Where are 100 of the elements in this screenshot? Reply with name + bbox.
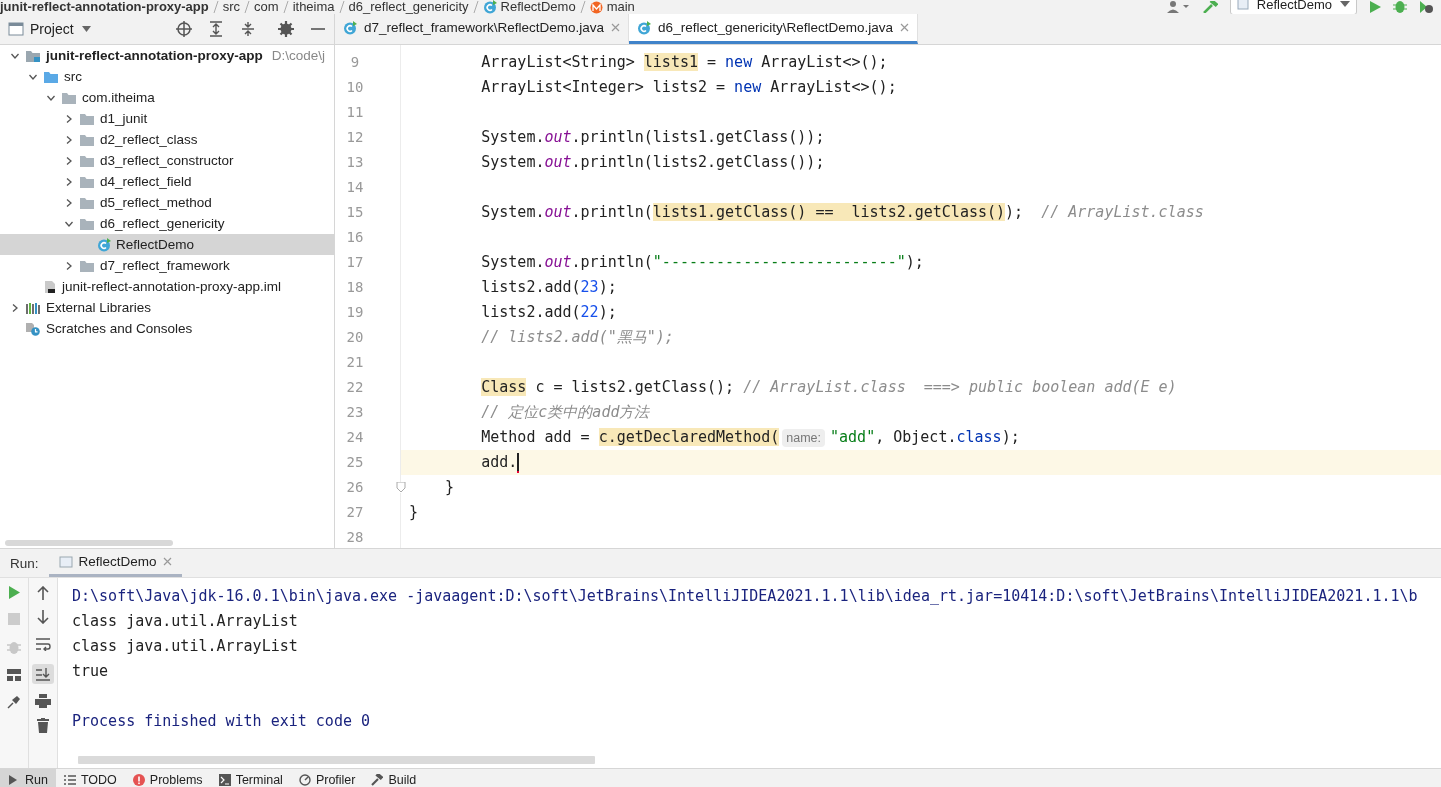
folder-icon xyxy=(79,111,95,126)
user-icon[interactable] xyxy=(1165,1,1190,13)
panel-title-dropdown[interactable]: Project xyxy=(30,21,91,37)
console-line: D:\soft\Java\jdk-16.0.1\bin\java.exe -javaagent:D:\soft\JetBrains\IntelliJIDEA2021.1.1\lib\idea_rt.jar=10414:D:\soft\JetBrains\IntelliJIDEA2021.1.1\b xyxy=(72,586,1419,607)
tree-item[interactable]: ReflectDemo xyxy=(0,234,334,255)
chevron-icon[interactable] xyxy=(10,302,20,313)
tool-window-tab[interactable]: Terminal xyxy=(210,769,291,787)
breadcrumb-item[interactable]: com xyxy=(254,0,279,14)
folder-icon xyxy=(43,69,59,84)
breadcrumb-item[interactable]: main xyxy=(606,0,635,14)
tree-item[interactable]: com.itheima xyxy=(0,87,334,108)
folder-icon xyxy=(79,174,95,189)
breadcrumb-item[interactable]: ReflectDemo xyxy=(500,0,576,14)
method-icon xyxy=(589,0,603,14)
editor-tab[interactable]: d6_reflect_genericity\ReflectDemo.java xyxy=(629,14,918,44)
line-number: 10 xyxy=(345,78,365,97)
class-icon xyxy=(482,0,497,14)
code-text: Method add = c.getDeclaredMethod( xyxy=(480,427,780,448)
caret-icon xyxy=(81,26,91,32)
tree-item[interactable]: junit-reflect-annotation-proxy-app.iml xyxy=(0,276,334,297)
line-number: 27 xyxy=(345,503,365,522)
panel-icon xyxy=(8,22,24,36)
breadcrumb-item[interactable]: d6_reflect_genericity xyxy=(348,0,469,14)
tool-window-tab[interactable]: TODO xyxy=(55,769,125,787)
run-label: Run: xyxy=(9,555,40,571)
class-icon xyxy=(97,237,111,252)
tree-item[interactable]: junit-reflect-annotation-proxy-app D:\code\j xyxy=(0,45,334,66)
tool-window-tab[interactable]: Profiler xyxy=(290,769,364,787)
scratch-icon xyxy=(25,321,41,336)
console-line: Process finished with exit code 0 xyxy=(72,711,371,732)
scroll-to-end-icon[interactable] xyxy=(32,664,54,684)
breadcrumb-item[interactable]: junit-reflect-annotation-proxy-app xyxy=(0,0,209,14)
tree-item[interactable]: d4_reflect_field xyxy=(0,171,334,192)
code-text: System.out.println(lists2.getClass()); xyxy=(480,152,825,173)
tree-item[interactable]: Scratches and Consoles xyxy=(0,318,334,339)
up-arrow-icon[interactable] xyxy=(37,586,49,600)
line-number: 22 xyxy=(345,378,365,397)
breadcrumb-item[interactable]: src xyxy=(222,0,241,14)
file-icon xyxy=(43,279,57,294)
trash-icon[interactable] xyxy=(37,718,49,733)
close-icon[interactable] xyxy=(162,557,172,566)
line-number: 19 xyxy=(345,303,365,322)
close-icon[interactable] xyxy=(900,23,909,32)
chevron-icon[interactable] xyxy=(64,155,74,166)
separator-icon xyxy=(244,1,251,13)
chevron-icon[interactable] xyxy=(64,176,74,187)
scrollbar[interactable] xyxy=(5,540,173,546)
folder-icon xyxy=(79,132,95,147)
code-text: System.out.println("--------------------------"); xyxy=(480,252,924,273)
line-number: 25 xyxy=(345,453,365,472)
layout-icon[interactable] xyxy=(7,669,21,681)
expand-all-icon[interactable] xyxy=(208,21,224,37)
print-icon[interactable] xyxy=(35,694,51,708)
line-number: 28 xyxy=(345,528,365,547)
down-arrow-icon[interactable] xyxy=(37,610,49,624)
tool-window-tab[interactable]: Build xyxy=(363,769,425,787)
folder-icon xyxy=(79,258,95,273)
settings-icon[interactable] xyxy=(278,21,294,37)
tree-item[interactable]: src xyxy=(0,66,334,87)
tree-item[interactable]: d6_reflect_genericity xyxy=(0,213,334,234)
code-text: lists2.add(23); xyxy=(480,277,617,298)
parameter-hint: name: xyxy=(782,428,826,447)
close-icon[interactable] xyxy=(611,23,621,32)
console-line: class java.util.ArrayList xyxy=(72,636,299,657)
console-tab[interactable]: ReflectDemo xyxy=(48,549,182,577)
separator-icon xyxy=(472,1,479,13)
tool-window-tab[interactable]: Problems xyxy=(124,769,211,787)
scrollbar[interactable] xyxy=(78,756,595,764)
line-number: 13 xyxy=(345,153,365,172)
chevron-icon[interactable] xyxy=(64,113,74,124)
code-text: // lists2.add("黑马"); xyxy=(480,327,674,348)
separator-icon xyxy=(579,1,586,13)
line-number: 11 xyxy=(345,103,365,122)
code-text: ArrayList<Integer> lists2 = new ArrayList<>(); xyxy=(480,77,897,98)
locate-icon[interactable] xyxy=(176,21,192,37)
separator-icon xyxy=(282,1,289,13)
collapse-all-icon[interactable] xyxy=(240,21,256,37)
tree-item[interactable]: d3_reflect_constructor xyxy=(0,150,334,171)
chevron-icon[interactable] xyxy=(64,260,74,271)
list-icon xyxy=(63,774,76,786)
class-icon xyxy=(637,20,652,35)
pin-icon[interactable] xyxy=(7,695,21,709)
chevron-icon[interactable] xyxy=(64,197,74,208)
line-number: 12 xyxy=(345,128,365,147)
coverage-icon[interactable] xyxy=(1419,1,1433,13)
breadcrumb-item[interactable]: itheima xyxy=(292,0,335,14)
code-text: } xyxy=(409,502,419,523)
tree-item[interactable]: d5_reflect_method xyxy=(0,192,334,213)
tree-item[interactable]: d2_reflect_class xyxy=(0,129,334,150)
run-configuration-dropdown[interactable]: ReflectDemo xyxy=(1229,0,1357,14)
run-icon[interactable] xyxy=(8,586,20,599)
line-number: 15 xyxy=(345,203,365,222)
tree-item[interactable]: External Libraries xyxy=(0,297,334,318)
chevron-icon[interactable] xyxy=(64,134,74,145)
tree-item[interactable]: d7_reflect_framework xyxy=(0,255,334,276)
code-text: ArrayList<String> lists1 = new ArrayList<>(); xyxy=(480,52,888,73)
tool-window-tab[interactable]: Run xyxy=(0,769,56,787)
folder-icon xyxy=(61,90,77,105)
library-icon xyxy=(25,300,41,315)
tree-item[interactable]: d1_junit xyxy=(0,108,334,129)
